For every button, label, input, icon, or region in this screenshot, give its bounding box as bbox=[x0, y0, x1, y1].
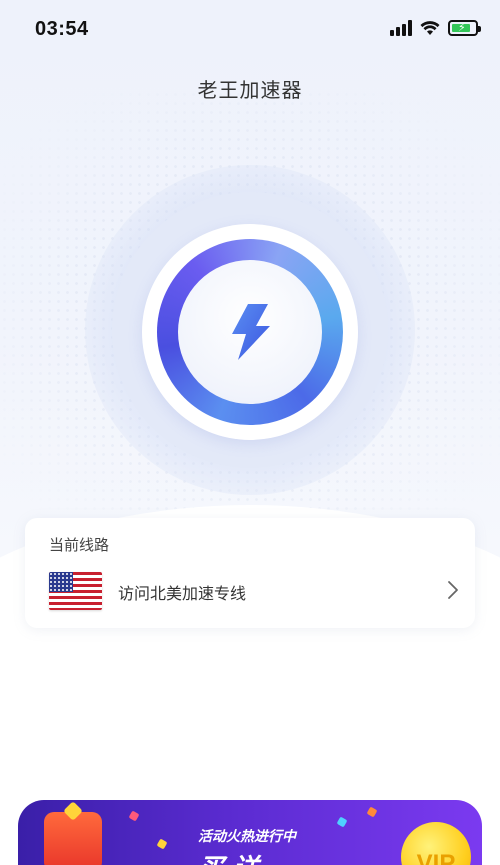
vip-badge-text: VIP bbox=[416, 850, 456, 865]
current-route-label: 当前线路 bbox=[49, 536, 110, 554]
status-icons: ⚡ bbox=[390, 20, 481, 36]
accelerate-button[interactable] bbox=[178, 260, 322, 404]
lightning-bolt-icon bbox=[232, 304, 270, 360]
page-title: 老王加速器 bbox=[197, 78, 303, 102]
chevron-right-icon bbox=[448, 581, 458, 599]
route-selector[interactable]: 访问北美加速专线 bbox=[25, 568, 475, 614]
wifi-icon bbox=[420, 21, 440, 35]
cellular-signal-icon bbox=[390, 20, 412, 36]
confetti-icon bbox=[156, 838, 168, 850]
battery-charging-icon: ⚡ bbox=[448, 20, 481, 36]
vip-badge: VIP bbox=[401, 822, 471, 865]
promo-tagline: 活动火热进行中 bbox=[198, 829, 296, 845]
status-time: 03:54 bbox=[35, 18, 89, 40]
confetti-icon bbox=[336, 816, 348, 828]
promo-banner[interactable]: 活动火热进行中 买 送 VIP bbox=[18, 800, 482, 865]
us-flag-icon bbox=[49, 572, 102, 610]
status-bar: 03:54 ⚡ bbox=[0, 0, 500, 60]
promo-headline: 买 送 bbox=[198, 848, 259, 865]
current-route-card: 当前线路 访问北美加速专线 bbox=[25, 518, 475, 628]
confetti-icon bbox=[128, 810, 140, 822]
confetti-icon bbox=[366, 806, 378, 818]
route-name: 访问北美加速专线 bbox=[118, 584, 247, 603]
